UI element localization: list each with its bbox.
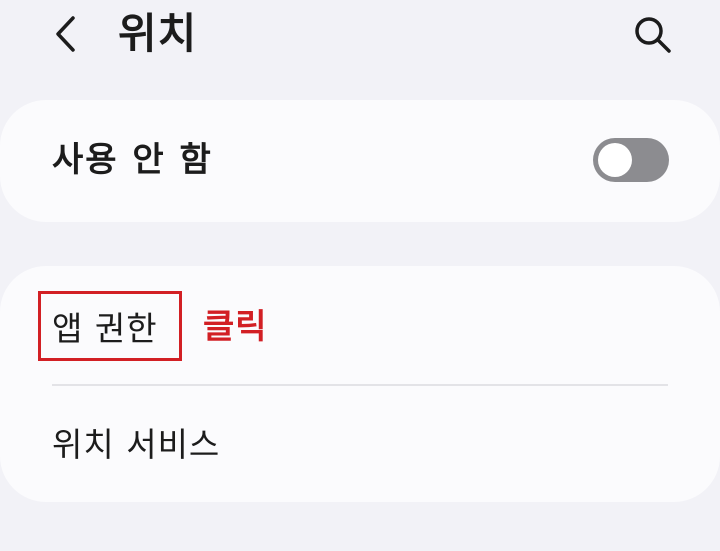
chevron-left-icon[interactable] (48, 12, 84, 56)
menu-item-location-services[interactable]: 위치 서비스 (52, 422, 220, 468)
location-menu-card: 앱 권한 클릭 위치 서비스 (0, 266, 720, 502)
click-annotation: 클릭 (203, 307, 268, 347)
menu-item-app-permissions[interactable]: 앱 권한 (52, 306, 158, 352)
page-title: 위치 (118, 9, 198, 58)
location-toggle-label: 사용 안 함 (52, 140, 213, 180)
search-icon[interactable] (630, 12, 674, 56)
app-bar: 위치 (0, 0, 720, 80)
location-toggle-switch[interactable] (593, 138, 669, 182)
toggle-knob (598, 143, 632, 177)
divider (52, 384, 668, 386)
location-toggle-card[interactable]: 사용 안 함 (0, 100, 720, 222)
